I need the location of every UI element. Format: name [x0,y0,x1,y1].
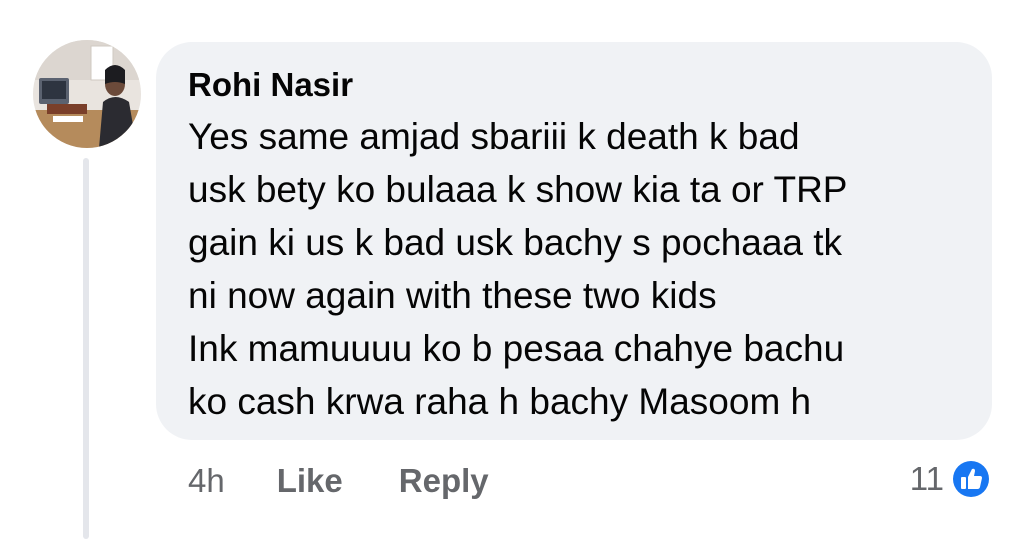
comment-text: Yes same amjad sbariii k death k bad usk… [188,116,848,422]
comment-author[interactable]: Rohi Nasir [188,64,960,106]
avatar-photo [33,40,141,148]
comment-actions: 4h Like Reply [188,459,545,503]
thread-line [83,158,89,539]
comment-bubble: Rohi Nasir Yes same amjad sbariii k deat… [156,42,992,440]
reactions-summary[interactable]: 11 [910,455,992,503]
comment-timestamp[interactable]: 4h [188,462,225,500]
like-reaction-icon [951,459,991,499]
like-button[interactable]: Like [277,462,343,500]
comment-page: Rohi Nasir Yes same amjad sbariii k deat… [0,0,1024,539]
reaction-count: 11 [909,460,944,497]
avatar[interactable] [33,40,141,148]
reply-button[interactable]: Reply [399,462,489,500]
